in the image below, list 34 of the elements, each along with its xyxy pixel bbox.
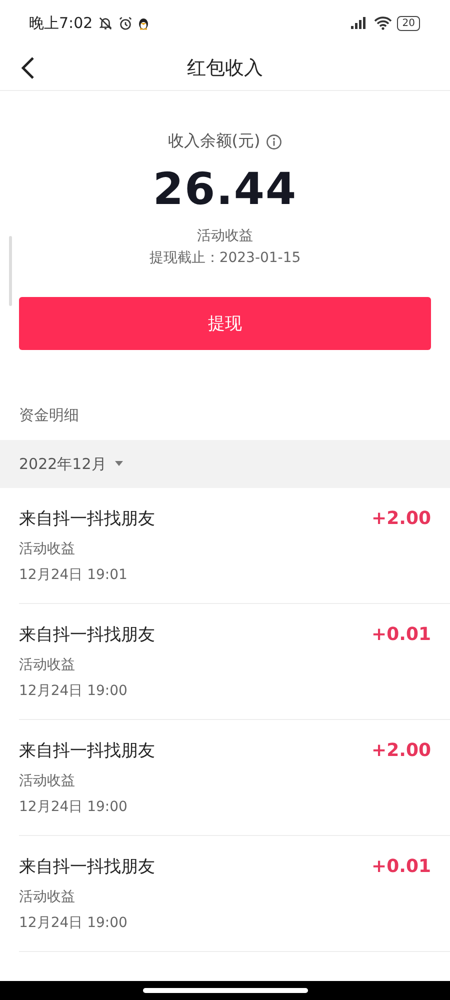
- caret-icon: [114, 461, 124, 467]
- record-amount: +0.01: [372, 623, 431, 647]
- record-time: 12月24日 19:00: [19, 914, 128, 933]
- muted-bell-icon: [98, 16, 113, 30]
- record-title: 来自抖一抖找朋友: [19, 508, 155, 530]
- withdraw-deadline: 提现截止：2023-01-15: [149, 249, 301, 268]
- record-type: 活动收益: [19, 540, 76, 559]
- section-title: 资金明细: [18, 405, 80, 426]
- info-icon[interactable]: [266, 134, 282, 150]
- record-amount: +0.01: [372, 855, 431, 879]
- scroll-indicator: [9, 236, 12, 306]
- alarm-clock-icon: [118, 16, 133, 30]
- record-type: 活动收益: [19, 772, 76, 791]
- record-title: 来自抖一抖找朋友: [19, 624, 155, 646]
- record-amount: +2.00: [372, 507, 431, 531]
- income-source: 活动收益: [197, 227, 253, 246]
- page-title: 红包收入: [187, 56, 263, 81]
- back-icon[interactable]: [21, 56, 35, 80]
- record-title: 来自抖一抖找朋友: [19, 856, 155, 878]
- balance-label: 收入余额(元): [168, 131, 260, 152]
- withdraw-button[interactable]: 提现: [19, 297, 431, 350]
- status-time: 晚上7:02: [29, 14, 93, 32]
- record-amount: +2.00: [372, 739, 431, 763]
- battery-indicator: 20: [397, 16, 420, 30]
- record-time: 12月24日 19:00: [19, 798, 128, 817]
- wifi-icon: [374, 16, 392, 30]
- record-time: 12月24日 19:00: [19, 682, 128, 701]
- record-type: 活动收益: [19, 656, 76, 675]
- penguin-icon: [138, 16, 149, 30]
- record-title: 来自抖一抖找朋友: [19, 740, 155, 762]
- record-type: 活动收益: [19, 888, 76, 907]
- month-filter[interactable]: 2022年12月: [19, 454, 124, 474]
- balance-amount: 26.44: [152, 164, 298, 215]
- record-time: 12月24日 19:01: [19, 566, 128, 585]
